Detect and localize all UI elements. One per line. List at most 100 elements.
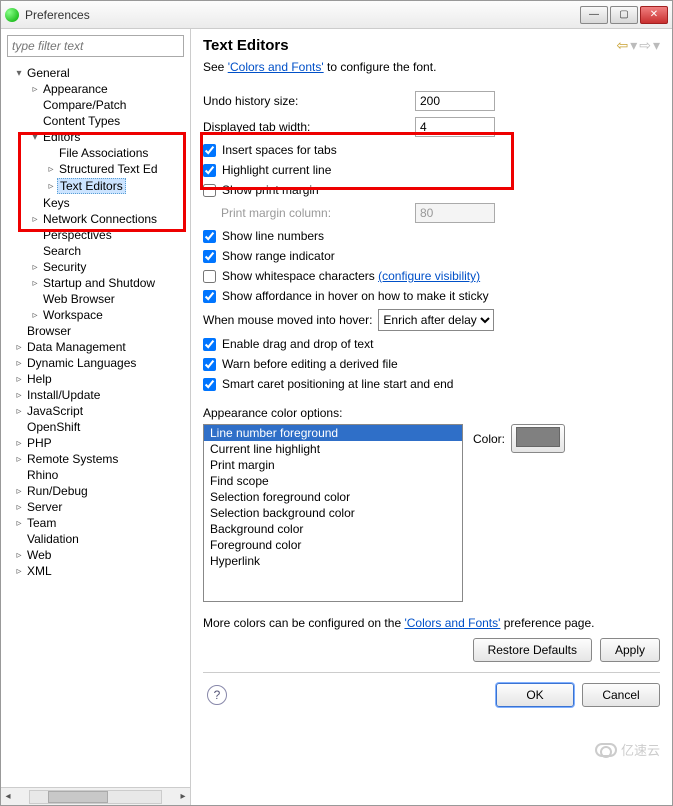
filter-input[interactable]: [7, 35, 184, 57]
maximize-button[interactable]: ▢: [610, 6, 638, 24]
expand-icon[interactable]: ▾: [13, 68, 25, 79]
back-icon[interactable]: ⇦: [616, 37, 628, 54]
apply-button[interactable]: Apply: [600, 638, 660, 662]
more-colors-link[interactable]: 'Colors and Fonts': [404, 616, 500, 630]
undo-input[interactable]: [415, 91, 495, 111]
expand-icon[interactable]: ▹: [13, 374, 25, 385]
restore-defaults-button[interactable]: Restore Defaults: [473, 638, 592, 662]
whitespace-checkbox[interactable]: [203, 270, 216, 283]
color-option[interactable]: Selection background color: [204, 505, 462, 521]
tree-item[interactable]: ▹Startup and Shutdow: [5, 275, 190, 291]
back-menu-icon[interactable]: ▾: [630, 37, 637, 54]
color-option[interactable]: Find scope: [204, 473, 462, 489]
tree-item[interactable]: Search: [5, 243, 190, 259]
tree-item[interactable]: ▹Remote Systems: [5, 451, 190, 467]
color-option[interactable]: Line number foreground: [204, 425, 462, 441]
expand-icon[interactable]: ▹: [45, 164, 57, 175]
help-button[interactable]: ?: [207, 685, 227, 705]
tree-item[interactable]: Perspectives: [5, 227, 190, 243]
dnd-checkbox[interactable]: [203, 338, 216, 351]
color-option[interactable]: Print margin: [204, 457, 462, 473]
color-option[interactable]: Selection foreground color: [204, 489, 462, 505]
tree-item[interactable]: ▹XML: [5, 563, 190, 579]
tree-item[interactable]: ▹PHP: [5, 435, 190, 451]
colors-fonts-link[interactable]: 'Colors and Fonts': [228, 60, 324, 74]
color-option[interactable]: Current line highlight: [204, 441, 462, 457]
ok-button[interactable]: OK: [496, 683, 574, 707]
print-margin-checkbox[interactable]: [203, 184, 216, 197]
tree-item[interactable]: ▹JavaScript: [5, 403, 190, 419]
expand-icon[interactable]: ▹: [29, 214, 41, 225]
configure-visibility-link[interactable]: (configure visibility): [378, 269, 480, 283]
line-numbers-checkbox[interactable]: [203, 230, 216, 243]
expand-icon[interactable]: ▹: [13, 502, 25, 513]
tree-item[interactable]: Content Types: [5, 113, 190, 129]
expand-icon[interactable]: ▾: [29, 132, 41, 143]
expand-icon[interactable]: ▹: [13, 486, 25, 497]
intro-text: See 'Colors and Fonts' to configure the …: [203, 60, 660, 74]
expand-icon[interactable]: ▹: [13, 406, 25, 417]
color-option[interactable]: Background color: [204, 521, 462, 537]
tree-item[interactable]: ▹Team: [5, 515, 190, 531]
whitespace-label: Show whitespace characters: [222, 269, 375, 283]
horizontal-scrollbar[interactable]: ◂▸: [1, 787, 190, 805]
color-button[interactable]: [511, 424, 565, 453]
expand-icon[interactable]: ▹: [29, 310, 41, 321]
expand-icon[interactable]: ▹: [13, 390, 25, 401]
highlight-line-checkbox[interactable]: [203, 164, 216, 177]
tree-item[interactable]: ▹Appearance: [5, 81, 190, 97]
expand-icon[interactable]: ▹: [13, 438, 25, 449]
expand-icon[interactable]: ▹: [13, 550, 25, 561]
smart-caret-checkbox[interactable]: [203, 378, 216, 391]
tree-item[interactable]: ▹Data Management: [5, 339, 190, 355]
warn-derived-checkbox[interactable]: [203, 358, 216, 371]
expand-icon[interactable]: ▹: [13, 342, 25, 353]
tree-item[interactable]: ▹Help: [5, 371, 190, 387]
page-title: Text Editors: [203, 37, 616, 54]
expand-icon[interactable]: ▹: [13, 566, 25, 577]
tree-item-label: Search: [41, 244, 83, 258]
tree-item[interactable]: ▹Web: [5, 547, 190, 563]
color-options-list[interactable]: Line number foregroundCurrent line highl…: [203, 424, 463, 602]
tree-item[interactable]: ▹Run/Debug: [5, 483, 190, 499]
tree-item[interactable]: ▹Workspace: [5, 307, 190, 323]
insert-spaces-checkbox[interactable]: [203, 144, 216, 157]
tree-item[interactable]: ▾General: [5, 65, 190, 81]
expand-icon[interactable]: ▹: [13, 358, 25, 369]
tree-item[interactable]: Browser: [5, 323, 190, 339]
preferences-tree[interactable]: ▾General▹AppearanceCompare/PatchContent …: [1, 63, 190, 787]
tabwidth-input[interactable]: [415, 117, 495, 137]
affordance-checkbox[interactable]: [203, 290, 216, 303]
cancel-button[interactable]: Cancel: [582, 683, 660, 707]
tree-item[interactable]: ▹Structured Text Ed: [5, 161, 190, 177]
expand-icon[interactable]: ▹: [29, 278, 41, 289]
forward-icon[interactable]: ⇨: [639, 37, 651, 54]
expand-icon[interactable]: ▹: [29, 262, 41, 273]
expand-icon[interactable]: ▹: [29, 84, 41, 95]
tree-item[interactable]: ▹Server: [5, 499, 190, 515]
expand-icon[interactable]: ▹: [13, 518, 25, 529]
color-option[interactable]: Foreground color: [204, 537, 462, 553]
tree-item[interactable]: Validation: [5, 531, 190, 547]
tree-item[interactable]: ▹Network Connections: [5, 211, 190, 227]
tree-item[interactable]: Web Browser: [5, 291, 190, 307]
tree-item[interactable]: OpenShift: [5, 419, 190, 435]
color-option[interactable]: Hyperlink: [204, 553, 462, 569]
forward-menu-icon[interactable]: ▾: [653, 37, 660, 54]
expand-icon[interactable]: ▹: [13, 454, 25, 465]
close-button[interactable]: ✕: [640, 6, 668, 24]
tree-item[interactable]: Keys: [5, 195, 190, 211]
tree-item[interactable]: ▾Editors: [5, 129, 190, 145]
tree-item[interactable]: ▹Security: [5, 259, 190, 275]
warn-derived-label: Warn before editing a derived file: [222, 357, 398, 371]
expand-icon[interactable]: ▹: [45, 181, 57, 192]
minimize-button[interactable]: —: [580, 6, 608, 24]
tree-item[interactable]: ▹Dynamic Languages: [5, 355, 190, 371]
tree-item[interactable]: Rhino: [5, 467, 190, 483]
range-checkbox[interactable]: [203, 250, 216, 263]
tree-item[interactable]: ▹Text Editors: [5, 177, 190, 195]
tree-item[interactable]: ▹Install/Update: [5, 387, 190, 403]
tree-item[interactable]: File Associations: [5, 145, 190, 161]
hover-combo[interactable]: Enrich after delay: [378, 309, 494, 331]
tree-item[interactable]: Compare/Patch: [5, 97, 190, 113]
